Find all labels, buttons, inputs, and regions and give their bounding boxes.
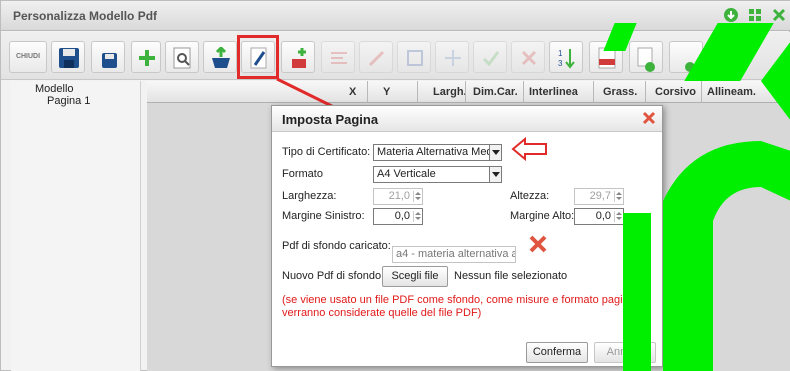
overlay-green-shape xyxy=(663,42,790,371)
app-window: Personalizza Modello Pdf CHIUDI 1 3 Mode… xyxy=(0,0,790,371)
